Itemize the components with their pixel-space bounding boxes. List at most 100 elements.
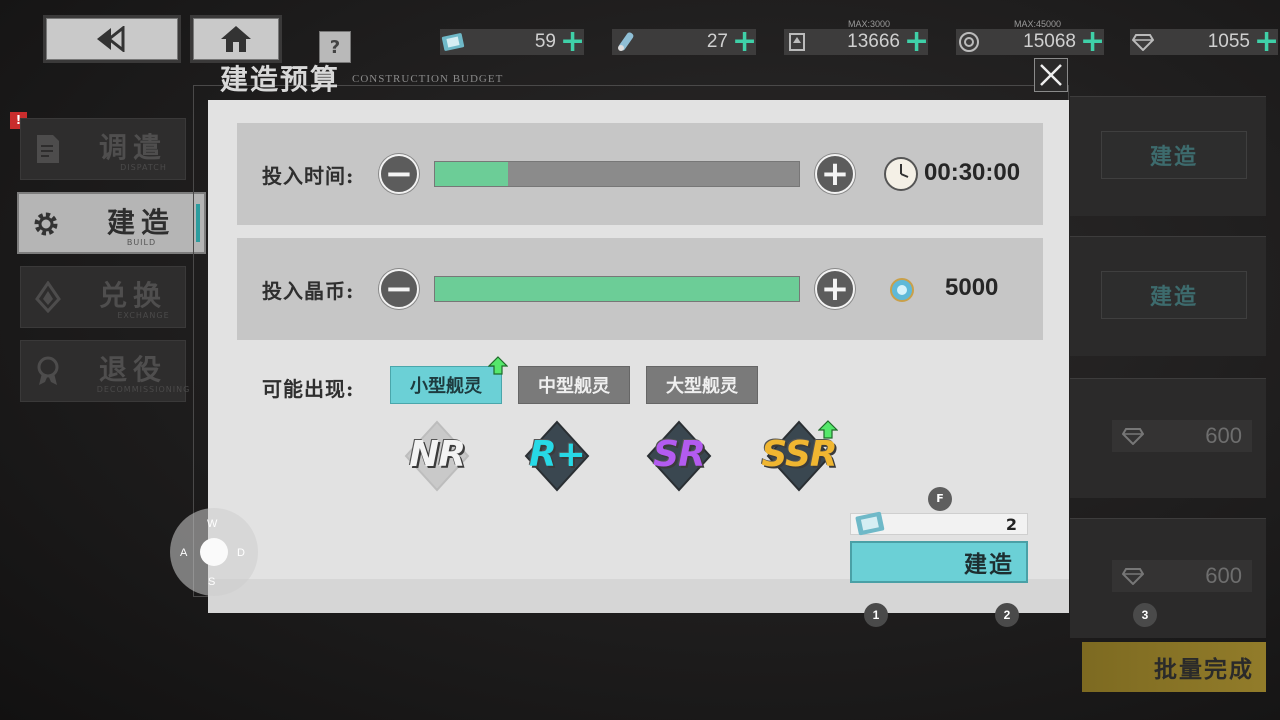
resource-rocket-material: 27 + — [612, 27, 757, 57]
ticket-cost-value: 2 — [1005, 515, 1017, 534]
sidebar-label-decommissioning: 退役 — [99, 353, 168, 386]
coin-count: 15068 — [1023, 31, 1076, 52]
sidebar-label-exchange: 兑换 — [99, 279, 168, 312]
add-diamond-button[interactable]: + — [1254, 27, 1279, 57]
document-icon — [37, 135, 59, 163]
rarity-sr-badge: SR — [624, 420, 734, 492]
diamond-icon — [1130, 33, 1156, 51]
rarity-r-plus-badge: R+ — [502, 420, 612, 492]
time-value: 00:30:00 — [924, 159, 1021, 186]
rarity-ssr-label: SSR — [761, 434, 837, 475]
add-rocket-button[interactable]: + — [732, 27, 757, 57]
resource-crystal-coin: 15068 + — [956, 27, 1105, 57]
rarity-sr-label: SR — [653, 434, 706, 475]
joystick-key-right: D — [237, 547, 245, 559]
back-button[interactable] — [46, 18, 178, 60]
diamond-icon — [1122, 428, 1144, 445]
add-ticket-button[interactable]: + — [560, 27, 585, 57]
badge-icon — [784, 32, 810, 52]
sidebar-label-build: 建造 — [107, 206, 176, 239]
slot-cost-value-1: 600 — [1205, 423, 1242, 448]
ticket-cost-bar: 2 — [850, 511, 1028, 536]
resource-construction-ticket: 59 + — [440, 27, 585, 57]
ship-type-medium-button[interactable]: 中型舰灵 — [518, 366, 630, 404]
batch-complete-button[interactable]: 批量完成 — [1082, 642, 1266, 692]
sidebar-item-build[interactable]: 建造 BUILD — [17, 192, 206, 254]
dialog-title: 建造预算 — [220, 63, 341, 96]
coin-label: 投入晶币: — [262, 279, 355, 303]
joystick-knob[interactable] — [200, 538, 228, 566]
hotkey-3[interactable]: 3 — [1133, 603, 1157, 627]
game-screen: ? 59 + 27 + MAX:3000 13666 + MAX:45000 1… — [0, 0, 1280, 720]
badge-count: 13666 — [847, 31, 900, 52]
close-icon — [1040, 64, 1062, 86]
ticket-count: 59 — [534, 31, 556, 52]
coin-slider[interactable] — [434, 276, 800, 302]
resource-diamond: 1055 + — [1130, 27, 1279, 57]
badge-max-label: MAX:3000 — [848, 19, 891, 29]
time-increase-button[interactable]: + — [815, 154, 855, 194]
resource-badge-currency: 13666 + — [784, 27, 929, 57]
diamond-count: 1055 — [1207, 31, 1250, 52]
ship-type-small-button[interactable]: 小型舰灵 — [390, 366, 502, 404]
joystick-key-left: A — [180, 547, 188, 559]
home-icon — [221, 26, 251, 52]
crystal-coin-icon — [890, 278, 914, 302]
time-slider[interactable] — [434, 161, 800, 187]
coin-decrease-button[interactable]: − — [379, 269, 419, 309]
joystick-key-up: W — [207, 518, 218, 530]
home-button[interactable] — [193, 18, 279, 60]
boost-arrow-icon — [488, 356, 508, 375]
add-coin-button[interactable]: + — [1080, 27, 1105, 57]
sidebar-label-dispatch: 调遣 — [99, 131, 168, 164]
rarity-nr-badge: NR — [382, 420, 492, 492]
coin-icon — [956, 31, 982, 53]
ticket-icon — [440, 29, 466, 55]
close-button[interactable] — [1034, 58, 1068, 92]
slot-build-button-1[interactable]: 建造 — [1101, 131, 1247, 179]
sidebar-sub-dispatch: DISPATCH — [120, 163, 167, 172]
sidebar-sub-exchange: EXCHANGE — [117, 311, 170, 320]
time-decrease-button[interactable]: − — [379, 154, 419, 194]
sidebar-sub-decommissioning: DECOMMISSIONING — [96, 385, 191, 394]
rarity-r-plus-label: R+ — [529, 434, 586, 475]
dialog-subtitle: CONSTRUCTION BUDGET — [352, 73, 504, 85]
sidebar-sub-build: BUILD — [126, 238, 157, 247]
panel-bottom-strip — [208, 579, 1069, 613]
hotkey-2[interactable]: 2 — [995, 603, 1019, 627]
ticket-icon — [855, 511, 885, 536]
build-button[interactable]: 建造 — [850, 541, 1028, 583]
joystick-key-down: S — [208, 576, 216, 588]
time-label: 投入时间: — [262, 164, 355, 188]
hotkey-1[interactable]: 1 — [864, 603, 888, 627]
coin-max-label: MAX:45000 — [1014, 19, 1062, 29]
may-appear-label: 可能出现: — [262, 377, 355, 401]
sidebar-item-exchange[interactable]: 兑换 EXCHANGE — [20, 266, 186, 328]
slot-build-button-2[interactable]: 建造 — [1101, 271, 1247, 319]
boost-arrow-icon — [818, 420, 838, 439]
rocket-count: 27 — [706, 31, 728, 52]
coin-slider-fill — [435, 277, 799, 301]
time-slider-fill — [435, 162, 508, 186]
back-arrow-icon — [97, 26, 125, 52]
ship-type-large-button[interactable]: 大型舰灵 — [646, 366, 758, 404]
time-input-row: 投入时间: − + 00:30:00 — [237, 123, 1043, 225]
diamond-icon — [1122, 568, 1144, 585]
rocket-icon — [612, 29, 638, 55]
sidebar-item-decommissioning[interactable]: 退役 DECOMMISSIONING — [20, 340, 189, 402]
sidebar-item-dispatch[interactable]: 调遣 DISPATCH — [20, 118, 186, 180]
rarity-nr-label: NR — [409, 434, 466, 475]
crystal-icon — [35, 281, 61, 313]
slot-cost-value-2: 600 — [1205, 563, 1242, 588]
slot-cost-2[interactable]: 600 — [1112, 560, 1252, 592]
slot-cost-1[interactable]: 600 — [1112, 420, 1252, 452]
gear-icon — [34, 212, 58, 236]
clock-icon — [884, 157, 918, 191]
coin-increase-button[interactable]: + — [815, 269, 855, 309]
add-badge-button[interactable]: + — [904, 27, 929, 57]
coin-input-row: 投入晶币: − + 5000 — [237, 238, 1043, 340]
construction-budget-panel: 投入时间: − + 00:30:00 投入晶币: − + 5000 — [208, 100, 1069, 613]
coin-value: 5000 — [945, 274, 999, 301]
interact-key-hint: F — [928, 487, 952, 511]
medal-icon — [37, 356, 59, 385]
